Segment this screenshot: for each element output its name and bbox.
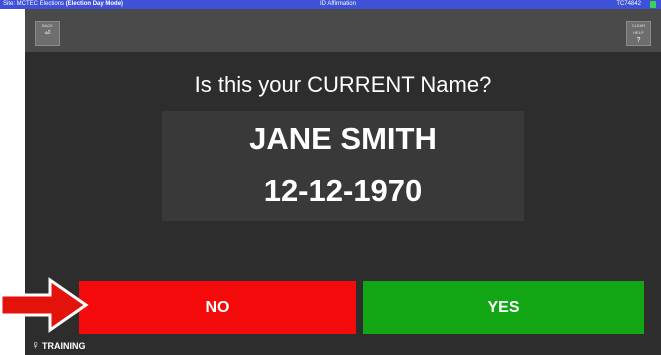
main-content: Is this your CURRENT Name? JANE SMITH 12… — [25, 52, 661, 355]
training-indicator: ♀ TRAINING — [31, 338, 86, 353]
question-prompt: Is this your CURRENT Name? — [194, 72, 492, 97]
lightbulb-icon: ♀ — [31, 338, 40, 352]
annotation-arrow-icon — [0, 277, 89, 333]
toolbar: BACK ⏎ CLEAR HELP ? — [25, 9, 661, 52]
battery-icon — [650, 1, 656, 8]
status-bar: Site: MCTEC Elections (Election Day Mode… — [0, 0, 661, 9]
voter-birth-date: 12-12-1970 — [263, 173, 423, 208]
back-button-label: BACK — [42, 23, 53, 28]
training-label: TRAINING — [42, 341, 86, 351]
back-button[interactable]: BACK ⏎ — [35, 21, 60, 46]
site-name: Site: MCTEC Elections — [3, 1, 66, 7]
screen-title: ID Affirmation — [320, 1, 356, 7]
election-mode: (Election Day Mode) — [65, 1, 124, 7]
app-screen: Site: MCTEC Elections (Election Day Mode… — [0, 0, 661, 355]
voter-name: JANE SMITH — [249, 121, 437, 156]
help-button-label: CLEAR HELP — [631, 23, 646, 35]
yes-button[interactable]: YES — [363, 281, 644, 334]
no-button[interactable]: NO — [79, 281, 356, 334]
device-code: TC74842 — [616, 1, 641, 7]
help-button[interactable]: CLEAR HELP ? — [626, 21, 651, 46]
help-icon: ? — [636, 37, 641, 44]
voter-info-panel: JANE SMITH 12-12-1970 — [162, 111, 524, 221]
back-icon: ⏎ — [44, 30, 51, 37]
site-info: Site: MCTEC Elections (Election Day Mode… — [3, 0, 123, 9]
